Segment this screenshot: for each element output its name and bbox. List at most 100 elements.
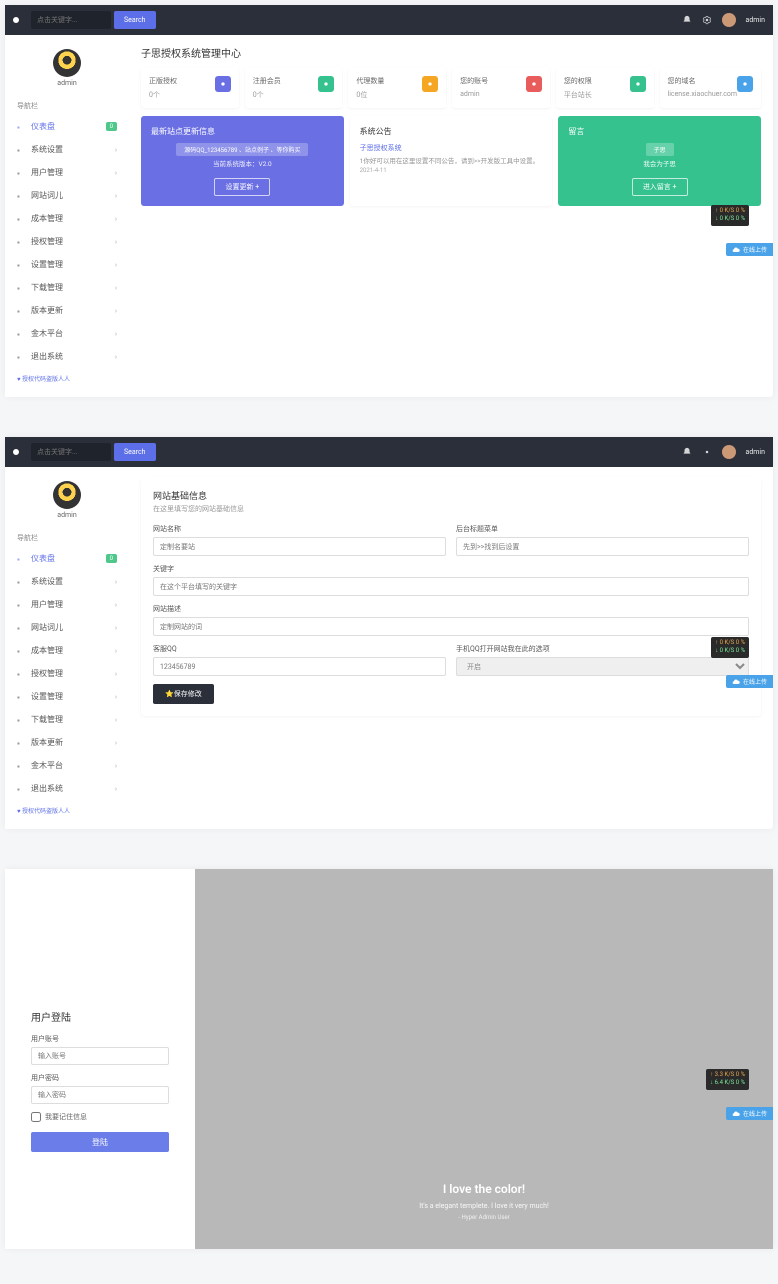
- chevron-right-icon: ›: [115, 215, 117, 223]
- sidebar-item-5[interactable]: ▪授权管理›: [5, 662, 129, 685]
- search-input[interactable]: [31, 11, 111, 29]
- label-user: 用户账号: [31, 1034, 169, 1044]
- sidebar-item-0[interactable]: ▪仪表盘0: [5, 547, 129, 570]
- lock-icon: [526, 76, 542, 92]
- form-subtitle: 在这里填写您的网站基础信息: [153, 504, 749, 514]
- sidebar-item-2[interactable]: ▪用户管理›: [5, 161, 129, 184]
- menu-label: 版本更新: [31, 737, 63, 748]
- gear-icon[interactable]: [702, 15, 712, 25]
- msg-tag: 子思: [646, 143, 674, 156]
- bell-icon[interactable]: [682, 447, 692, 457]
- topnav: Search admin: [5, 437, 773, 467]
- dashboard-icon: ▪: [17, 123, 25, 131]
- update-title: 最新站点更新信息: [151, 126, 334, 137]
- menu-label: 成本管理: [31, 645, 63, 656]
- heart-icon: ▪: [17, 762, 25, 770]
- username: admin: [746, 448, 765, 456]
- search-button[interactable]: Search: [114, 11, 156, 29]
- select-qqsel[interactable]: 开启: [456, 657, 749, 676]
- menu-label: 授权管理: [31, 236, 63, 247]
- sidebar-item-6[interactable]: ▪设置管理›: [5, 685, 129, 708]
- announce-card: 系统公告 子思授权系统 1你好可以用在这里设置不同公告，请到>>开发版工具中设置…: [350, 116, 553, 206]
- dashboard-icon: ▪: [17, 555, 25, 563]
- sidebar-footer: ♥ 授权代码盗版人人: [5, 800, 82, 821]
- stat-label: 您的域名: [668, 76, 737, 86]
- update-button[interactable]: 设置更新 +: [214, 178, 270, 196]
- label-qq: 客服QQ: [153, 644, 446, 654]
- sidebar-item-2[interactable]: ▪用户管理›: [5, 593, 129, 616]
- input-pass[interactable]: [31, 1086, 169, 1104]
- stat-value: 0位: [356, 90, 384, 100]
- msg-button[interactable]: 进入留言 +: [632, 178, 688, 196]
- avatar[interactable]: [722, 13, 736, 27]
- search-button[interactable]: Search: [114, 443, 156, 461]
- chevron-right-icon: ›: [115, 624, 117, 632]
- sidebar-item-9[interactable]: ▪金木平台›: [5, 322, 129, 345]
- user-icon: [422, 76, 438, 92]
- label-pass: 用户密码: [31, 1073, 169, 1083]
- users-icon: ▪: [17, 169, 25, 177]
- sidebar-item-4[interactable]: ▪成本管理›: [5, 639, 129, 662]
- sidebar-item-5[interactable]: ▪授权管理›: [5, 230, 129, 253]
- announce-link[interactable]: 子思授权系统: [360, 143, 543, 153]
- input-user[interactable]: [31, 1047, 169, 1065]
- settings-icon: ▪: [17, 146, 25, 154]
- search-input[interactable]: [31, 443, 111, 461]
- remember-label: 我要记住信息: [45, 1112, 87, 1122]
- sidebar-item-8[interactable]: ▪版本更新›: [5, 299, 129, 322]
- input-backtitle[interactable]: [456, 537, 749, 556]
- speed-badge: ↑ 3.3 K/S 0 %↓ 6.4 K/S 0 %: [706, 1069, 749, 1090]
- announce-title: 系统公告: [360, 126, 543, 137]
- upload-tag[interactable]: 在线上传: [726, 675, 773, 688]
- sidebar-item-8[interactable]: ▪版本更新›: [5, 731, 129, 754]
- chevron-right-icon: ›: [115, 307, 117, 315]
- sidebar-item-3[interactable]: ▪网站词儿›: [5, 184, 129, 207]
- sidebar-item-10[interactable]: ▪退出系统›: [5, 777, 129, 800]
- login-button[interactable]: 登陆: [31, 1132, 169, 1152]
- menu-dot[interactable]: [13, 449, 19, 455]
- logout-icon: ▪: [17, 353, 25, 361]
- msg-sub: 我会为子思: [568, 160, 751, 170]
- sidebar-item-1[interactable]: ▪系统设置›: [5, 570, 129, 593]
- stat-card: 注册会员0个: [245, 68, 343, 108]
- sidebar-item-1[interactable]: ▪系统设置›: [5, 138, 129, 161]
- upload-tag[interactable]: 在线上传: [726, 1107, 773, 1120]
- input-qq[interactable]: [153, 657, 446, 676]
- menu-label: 金木平台: [31, 760, 63, 771]
- save-button[interactable]: ⭐保存修改: [153, 684, 214, 704]
- login-title: 用户登陆: [31, 1009, 169, 1024]
- avatar[interactable]: [722, 445, 736, 459]
- sidebar-username: admin: [57, 511, 76, 519]
- chevron-right-icon: ›: [115, 238, 117, 246]
- sidebar-item-3[interactable]: ▪网站词儿›: [5, 616, 129, 639]
- msg-card: 留言 子思 我会为子思 进入留言 +: [558, 116, 761, 206]
- chevron-right-icon: ›: [115, 192, 117, 200]
- sidebar-item-0[interactable]: ▪仪表盘0: [5, 115, 129, 138]
- input-keyword[interactable]: [153, 577, 749, 596]
- bell-icon[interactable]: [682, 15, 692, 25]
- gear-icon[interactable]: [702, 447, 712, 457]
- sidebar-item-7[interactable]: ▪下载管理›: [5, 708, 129, 731]
- upload-tag[interactable]: 在线上传: [726, 243, 773, 256]
- tag-icon: ▪: [17, 307, 25, 315]
- sidebar-item-7[interactable]: ▪下载管理›: [5, 276, 129, 299]
- topnav: Search admin: [5, 5, 773, 35]
- sidebar-item-4[interactable]: ▪成本管理›: [5, 207, 129, 230]
- sidebar-item-9[interactable]: ▪金木平台›: [5, 754, 129, 777]
- sidebar-username: admin: [57, 79, 76, 87]
- sidebar-item-6[interactable]: ▪设置管理›: [5, 253, 129, 276]
- sidebar-item-10[interactable]: ▪退出系统›: [5, 345, 129, 368]
- chevron-right-icon: ›: [115, 601, 117, 609]
- input-sitename[interactable]: [153, 537, 446, 556]
- box-icon: ▪: [17, 215, 25, 223]
- update-card: 最新站点更新信息 源码QQ_123456789 、站点例子 、等你购买 当前系统…: [141, 116, 344, 206]
- stat-card: 正版授权0个: [141, 68, 239, 108]
- announce-date: 2021-4-11: [360, 167, 543, 174]
- menu-label: 仪表盘: [31, 553, 55, 564]
- login-hero: I love the color! It's a elegant templet…: [195, 869, 773, 1249]
- input-desc[interactable]: [153, 617, 749, 636]
- hero-subtitle: It's a elegant templete. I love it very …: [419, 1202, 549, 1210]
- menu-dot[interactable]: [13, 17, 19, 23]
- cloud-icon: [737, 76, 753, 92]
- remember-checkbox[interactable]: [31, 1112, 41, 1122]
